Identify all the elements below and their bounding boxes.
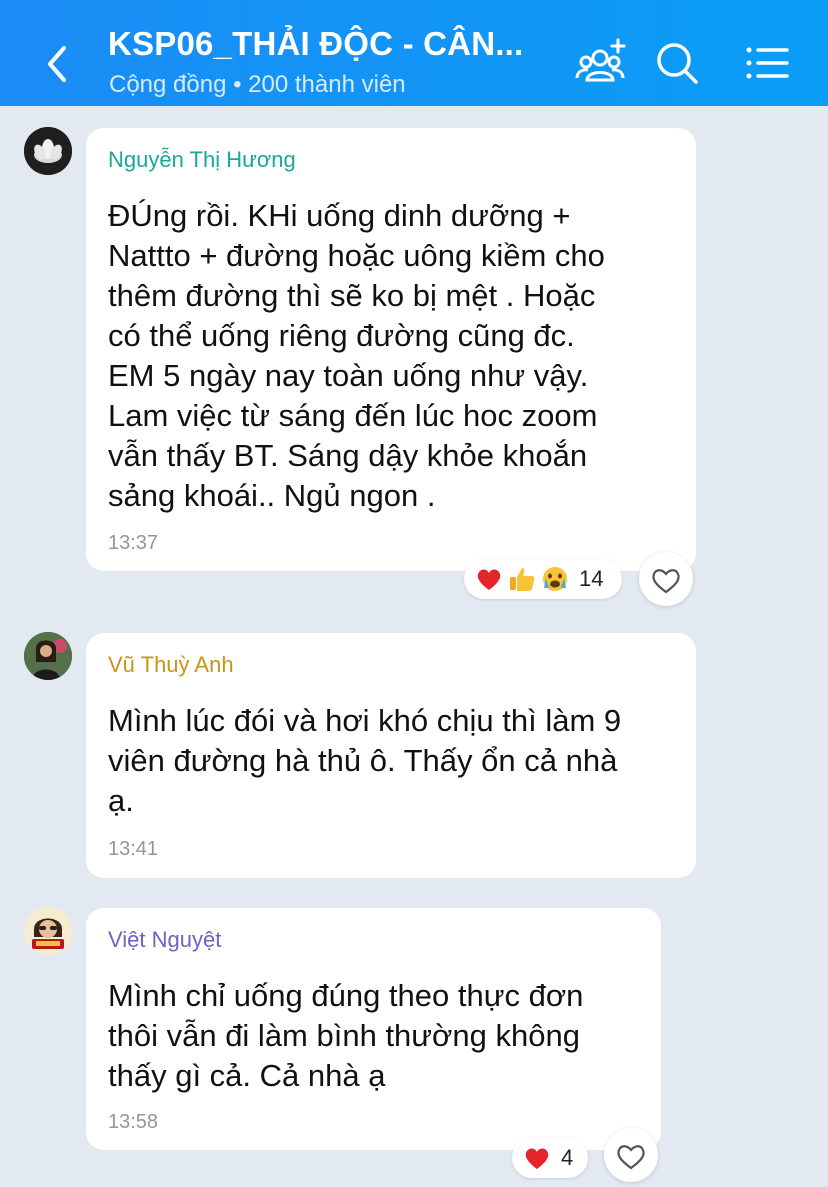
crying-face-emoji: [540, 564, 570, 594]
heart-emoji: [474, 564, 504, 594]
reaction-count: 14: [579, 566, 604, 591]
photo-avatar-icon: [24, 907, 72, 955]
add-member-button[interactable]: [574, 36, 628, 90]
chevron-left-icon: [48, 46, 66, 82]
reaction-count: 4: [561, 1145, 574, 1170]
message-bubble[interactable]: Việt Nguyệt Mình chỉ uống đúng theo thực…: [86, 908, 661, 1150]
message-text: Mình chỉ uống đúng theo thực đơn thôi vẫ…: [108, 978, 584, 1093]
reaction-summary[interactable]: 14: [464, 559, 622, 599]
sender-name[interactable]: Vũ Thuỳ Anh: [108, 651, 234, 679]
message-bubble[interactable]: Vũ Thuỳ Anh Mình lúc đói và hơi khó chịu…: [86, 633, 696, 878]
avatar[interactable]: [24, 907, 72, 955]
search-icon: [657, 43, 698, 84]
reaction-summary[interactable]: 4: [512, 1138, 588, 1178]
thumbs-up-emoji: [507, 564, 537, 594]
heart-outline-icon: [652, 569, 680, 594]
sender-name[interactable]: Việt Nguyệt: [108, 926, 221, 954]
menu-list-icon: [746, 47, 789, 79]
heart-outline-icon: [617, 1145, 645, 1170]
menu-button[interactable]: [740, 36, 794, 90]
like-button[interactable]: [639, 552, 693, 606]
avatar[interactable]: [24, 632, 72, 680]
photo-avatar-icon: [24, 632, 72, 680]
message-bubble[interactable]: Nguyễn Thị Hương ĐÚng rồi. KHi uống dinh…: [86, 128, 696, 571]
heart-emoji: [522, 1143, 552, 1173]
message-text: Mình lúc đói và hơi khó chịu thì làm 9 v…: [108, 703, 622, 818]
message-time: 13:41: [108, 838, 159, 860]
sender-name[interactable]: Nguyễn Thị Hương: [108, 146, 296, 174]
message-text: ĐÚng rồi. KHi uống dinh dưỡng + Nattto +…: [108, 198, 605, 513]
group-title[interactable]: KSP06_THẢI ĐỘC - CÂN...: [108, 24, 548, 64]
avatar[interactable]: [24, 127, 72, 175]
back-button[interactable]: [38, 40, 78, 88]
chat-header: KSP06_THẢI ĐỘC - CÂN... Cộng đồng • 200 …: [0, 0, 828, 106]
add-member-icon: [575, 38, 626, 82]
message-time: 13:58: [108, 1111, 159, 1133]
group-subtitle[interactable]: Cộng đồng • 200 thành viên: [109, 70, 406, 100]
like-button[interactable]: [604, 1128, 658, 1182]
lotus-avatar-icon: [24, 127, 72, 175]
search-button[interactable]: [650, 36, 704, 90]
message-time: 13:37: [108, 532, 159, 554]
